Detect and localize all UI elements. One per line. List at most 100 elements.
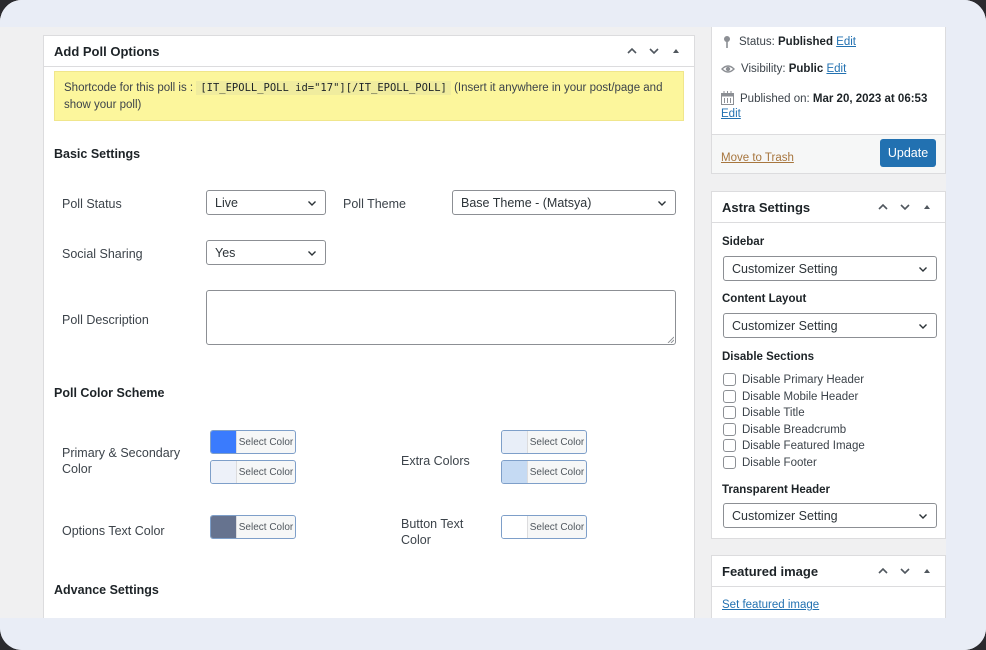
secondary-color-swatch	[211, 461, 237, 483]
disable-mobile-header-checkbox[interactable]: Disable Mobile Header	[723, 390, 858, 403]
social-sharing-label: Social Sharing	[62, 247, 143, 261]
set-featured-image-link[interactable]: Set featured image	[722, 599, 819, 611]
published-on-row: Published on: Mar 20, 2023 at 06:53	[721, 91, 927, 107]
edit-status-link[interactable]: Edit	[836, 36, 856, 48]
basic-settings-title: Basic Settings	[54, 147, 141, 161]
sidebar-select[interactable]: Customizer Setting	[723, 256, 937, 281]
poll-box-title: Add Poll Options	[54, 43, 160, 59]
chevron-down-icon	[649, 48, 659, 55]
checkbox[interactable]	[723, 456, 736, 469]
edit-date-link[interactable]: Edit	[721, 108, 741, 120]
frame-right-margin	[946, 0, 986, 650]
extra-color-2-swatch	[502, 461, 528, 483]
chevron-down-icon	[919, 513, 927, 519]
chevron-down-icon	[308, 200, 316, 206]
checkbox[interactable]	[723, 406, 736, 419]
poll-box-handle-actions	[624, 43, 684, 59]
edit-visibility-link[interactable]: Edit	[826, 63, 846, 75]
options-text-color-label: Options Text Color	[62, 524, 165, 538]
disable-primary-header-checkbox[interactable]: Disable Primary Header	[723, 373, 864, 386]
extra-color-1-button[interactable]: Select Color	[501, 430, 587, 454]
move-to-trash-link[interactable]: Move to Trash	[721, 152, 794, 164]
poll-status-select[interactable]: Live	[206, 190, 326, 215]
poll-status-label: Poll Status	[62, 197, 122, 211]
transparent-header-label: Transparent Header	[722, 484, 831, 496]
move-up-button[interactable]	[624, 43, 640, 59]
move-down-button[interactable]	[897, 563, 913, 579]
select-color-label: Select Color	[529, 521, 585, 533]
status-label: Status:	[739, 36, 775, 48]
toggle-panel-button[interactable]	[668, 43, 684, 59]
disable-breadcrumb-checkbox[interactable]: Disable Breadcrumb	[723, 423, 846, 436]
extra-color-1-swatch	[502, 431, 528, 453]
checkbox-label: Disable Title	[742, 406, 805, 419]
select-color-label: Select Color	[238, 521, 294, 533]
disable-title-checkbox[interactable]: Disable Title	[723, 406, 805, 419]
move-down-button[interactable]	[646, 43, 662, 59]
extra-colors-label: Extra Colors	[401, 454, 470, 468]
sidebar-label: Sidebar	[722, 236, 765, 248]
caret-up-icon	[924, 205, 930, 209]
advance-settings-title: Advance Settings	[54, 583, 159, 597]
content-layout-value: Customizer Setting	[732, 318, 838, 333]
extra-color-2-button[interactable]: Select Color	[501, 460, 587, 484]
checkbox-label: Disable Mobile Header	[742, 390, 859, 403]
poll-box-header: Add Poll Options	[44, 36, 694, 67]
primary-color-button[interactable]: Select Color	[210, 430, 296, 454]
frame-bottom-margin	[0, 618, 986, 650]
disable-featured-image-checkbox[interactable]: Disable Featured Image	[723, 439, 865, 452]
pin-icon	[724, 36, 730, 48]
chevron-down-icon	[658, 200, 666, 206]
checkbox[interactable]	[723, 373, 736, 386]
disable-footer-checkbox[interactable]: Disable Footer	[723, 456, 817, 469]
poll-description-textarea[interactable]	[206, 290, 676, 345]
toggle-panel-button[interactable]	[919, 199, 935, 215]
move-down-button[interactable]	[897, 199, 913, 215]
featured-box-title: Featured image	[722, 563, 819, 579]
update-button[interactable]: Update	[880, 139, 936, 167]
select-color-label: Select Color	[529, 466, 585, 478]
primary-secondary-label: Primary & Secondary Color	[62, 446, 181, 476]
resize-grip-icon[interactable]	[667, 336, 674, 343]
chevron-up-icon	[878, 203, 888, 210]
options-text-color-swatch	[211, 516, 237, 538]
checkbox[interactable]	[723, 390, 736, 403]
options-text-color-button[interactable]: Select Color	[210, 515, 296, 539]
checkbox[interactable]	[723, 423, 736, 436]
poll-status-value: Live	[215, 195, 238, 210]
button-text-color-swatch	[502, 516, 528, 538]
chevron-up-icon	[878, 567, 888, 574]
featured-box-header: Featured image	[712, 556, 945, 587]
checkbox[interactable]	[723, 439, 736, 452]
caret-up-icon	[924, 569, 930, 573]
published-label: Published on:	[740, 93, 810, 105]
primary-color-swatch	[211, 431, 237, 453]
astra-box-header: Astra Settings	[712, 192, 945, 223]
caret-up-icon	[673, 49, 679, 53]
select-color-label: Select Color	[238, 466, 294, 478]
toggle-panel-button[interactable]	[919, 563, 935, 579]
eye-icon	[721, 65, 735, 73]
published-value: Mar 20, 2023 at 06:53	[812, 93, 928, 105]
button-text-color-button[interactable]: Select Color	[501, 515, 587, 539]
chevron-down-icon	[919, 323, 927, 329]
chevron-up-icon	[627, 47, 637, 54]
checkbox-label: Disable Breadcrumb	[742, 423, 847, 436]
screenshot-frame: Add Poll Options Shortcode for this poll…	[0, 0, 986, 650]
move-up-button[interactable]	[875, 563, 891, 579]
content-layout-select[interactable]: Customizer Setting	[723, 313, 937, 338]
add-poll-options-box: Add Poll Options Shortcode for this poll…	[43, 35, 695, 635]
transparent-header-select[interactable]: Customizer Setting	[723, 503, 937, 528]
shortcode-text[interactable]: [IT_EPOLL_POLL id="17"][/IT_EPOLL_POLL]	[196, 81, 451, 95]
visibility-row: Visibility: Public Edit	[721, 63, 846, 75]
chevron-down-icon	[900, 568, 910, 575]
astra-box-title: Astra Settings	[722, 199, 811, 215]
move-up-button[interactable]	[875, 199, 891, 215]
social-sharing-select[interactable]: Yes	[206, 240, 326, 265]
chevron-down-icon	[919, 266, 927, 272]
poll-theme-select[interactable]: Base Theme - (Matsya)	[452, 190, 676, 215]
visibility-value: Public	[788, 63, 824, 75]
transparent-header-value: Customizer Setting	[732, 508, 838, 523]
content-layout-label: Content Layout	[722, 293, 807, 305]
secondary-color-button[interactable]: Select Color	[210, 460, 296, 484]
